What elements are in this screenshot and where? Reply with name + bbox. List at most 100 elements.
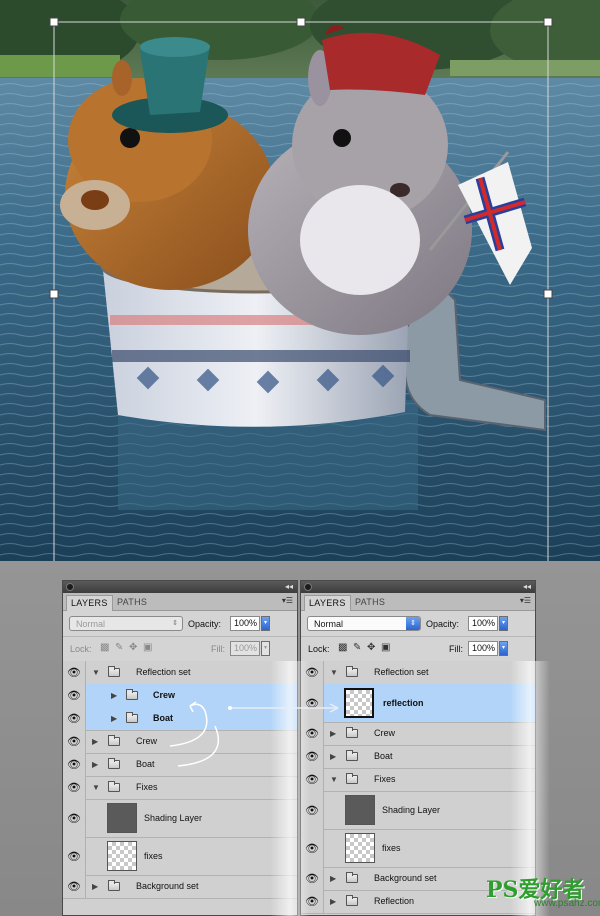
visibility-eye-icon[interactable]: 👁 <box>301 722 324 745</box>
folder-icon <box>108 781 120 792</box>
visibility-eye-icon[interactable]: 👁 <box>63 707 86 730</box>
opacity-slider-button[interactable]: ▾ <box>499 616 508 631</box>
layer-row-fixes-layer[interactable]: 👁 fixes <box>301 829 535 868</box>
disclosure-right-icon[interactable]: ▶ <box>330 729 336 738</box>
layer-row-reflection-set[interactable]: 👁 ▼ Reflection set <box>301 661 535 685</box>
document-canvas[interactable] <box>0 0 600 561</box>
layer-row-boat[interactable]: 👁 ▶ Boat <box>301 745 535 769</box>
visibility-eye-icon[interactable]: 👁 <box>301 745 324 768</box>
layer-row-background-set[interactable]: 👁 ▶ Background set <box>63 875 297 899</box>
visibility-eye-icon[interactable]: 👁 <box>63 875 86 898</box>
tab-layers[interactable]: LAYERS <box>304 595 351 611</box>
collapse-icon[interactable]: ◂◂ <box>285 581 293 593</box>
panel-titlebar[interactable]: ◂◂ <box>63 581 297 593</box>
disclosure-right-icon[interactable]: ▶ <box>92 760 98 769</box>
layer-row-shading-layer[interactable]: 👁 Shading Layer <box>63 799 297 838</box>
fill-input[interactable]: 100% <box>230 641 260 656</box>
folder-icon <box>346 750 358 761</box>
visibility-eye-icon[interactable]: 👁 <box>301 661 324 684</box>
folder-icon <box>126 689 138 700</box>
layer-name: Boat <box>136 759 155 769</box>
lock-transparent-icon[interactable]: ▩ <box>338 643 347 653</box>
layer-row-reflection-set[interactable]: 👁 ▼ Reflection set <box>63 661 297 685</box>
lock-paint-icon[interactable]: ✎ <box>353 643 361 653</box>
collapse-icon[interactable]: ◂◂ <box>523 581 531 593</box>
fill-slider-button[interactable]: ▾ <box>261 641 270 656</box>
lock-move-icon[interactable]: ✥ <box>367 643 375 653</box>
layer-row-crew[interactable]: 👁 ▶ Crew <box>301 722 535 746</box>
disclosure-right-icon[interactable]: ▶ <box>92 882 98 891</box>
lock-paint-icon[interactable]: ✎ <box>115 643 123 653</box>
layer-name: Fixes <box>136 782 158 792</box>
visibility-eye-icon[interactable]: 👁 <box>301 684 324 722</box>
visibility-eye-icon[interactable]: 👁 <box>301 890 324 913</box>
layer-row-crew[interactable]: 👁 ▶ Crew <box>63 730 297 754</box>
visibility-eye-icon[interactable]: 👁 <box>63 684 86 707</box>
visibility-eye-icon[interactable]: 👁 <box>63 730 86 753</box>
disclosure-right-icon[interactable]: ▶ <box>330 897 336 906</box>
folder-icon <box>346 872 358 883</box>
layer-row-fixes[interactable]: 👁 ▼ Fixes <box>301 768 535 792</box>
disclosure-down-icon[interactable]: ▼ <box>330 668 338 677</box>
layer-row-reflection-selected[interactable]: 👁 reflection <box>301 684 535 723</box>
visibility-eye-icon[interactable]: 👁 <box>63 753 86 776</box>
visibility-eye-icon[interactable]: 👁 <box>301 768 324 791</box>
opacity-input[interactable]: 100% <box>468 616 498 631</box>
layer-row-boat-selected[interactable]: 👁 ▶ Boat <box>63 707 297 731</box>
visibility-eye-icon[interactable]: 👁 <box>63 837 86 875</box>
disclosure-right-icon[interactable]: ▶ <box>111 714 117 723</box>
visibility-eye-icon[interactable]: 👁 <box>63 799 86 837</box>
opacity-label: Opacity: <box>188 619 222 629</box>
visibility-eye-icon[interactable]: 👁 <box>301 867 324 890</box>
visibility-eye-icon[interactable]: 👁 <box>63 776 86 799</box>
opacity-input[interactable]: 100% <box>230 616 260 631</box>
layer-name: Fixes <box>374 774 396 784</box>
layer-row-fixes-layer[interactable]: 👁 fixes <box>63 837 297 876</box>
layer-thumbnail <box>344 688 374 718</box>
blend-mode-select[interactable]: Normal ⇕ <box>69 616 183 631</box>
layer-thumbnail <box>345 795 375 825</box>
layer-name: fixes <box>382 843 401 853</box>
disclosure-down-icon[interactable]: ▼ <box>92 668 100 677</box>
layer-row-shading-layer[interactable]: 👁 Shading Layer <box>301 791 535 830</box>
panel-menu-icon[interactable]: ▾☰ <box>282 596 293 605</box>
layer-thumbnail <box>107 841 137 871</box>
tab-paths[interactable]: PATHS <box>351 595 389 610</box>
fill-input[interactable]: 100% <box>468 641 498 656</box>
panel-titlebar[interactable]: ◂◂ <box>301 581 535 593</box>
lock-label: Lock: <box>70 644 92 654</box>
layer-row-fixes[interactable]: 👁 ▼ Fixes <box>63 776 297 800</box>
close-icon[interactable] <box>66 583 74 591</box>
panel-menu-icon[interactable]: ▾☰ <box>520 596 531 605</box>
blend-mode-select[interactable]: Normal ⇕ <box>307 616 421 631</box>
tab-paths[interactable]: PATHS <box>113 595 151 610</box>
close-icon[interactable] <box>304 583 312 591</box>
disclosure-right-icon[interactable]: ▶ <box>330 752 336 761</box>
disclosure-down-icon[interactable]: ▼ <box>92 783 100 792</box>
layer-row-crew-selected[interactable]: 👁 ▶ Crew <box>63 684 297 708</box>
disclosure-right-icon[interactable]: ▶ <box>92 737 98 746</box>
artwork-image <box>0 0 600 561</box>
disclosure-right-icon[interactable]: ▶ <box>111 691 117 700</box>
layer-name: Reflection <box>374 896 415 906</box>
visibility-eye-icon[interactable]: 👁 <box>301 791 324 829</box>
tab-layers[interactable]: LAYERS <box>66 595 113 611</box>
layer-name: Shading Layer <box>144 813 203 823</box>
disclosure-down-icon[interactable]: ▼ <box>330 775 338 784</box>
watermark-url: www.psahz.com <box>534 898 600 909</box>
lock-all-icon[interactable]: ▣ <box>381 643 390 653</box>
visibility-eye-icon[interactable]: 👁 <box>63 661 86 684</box>
disclosure-right-icon[interactable]: ▶ <box>330 874 336 883</box>
layer-name: Crew <box>153 690 176 700</box>
visibility-eye-icon[interactable]: 👁 <box>301 829 324 867</box>
layer-thumbnail <box>345 833 375 863</box>
folder-icon <box>108 758 120 769</box>
watermark-logo: PS爱好者 www.psahz.com <box>486 872 600 912</box>
lock-all-icon[interactable]: ▣ <box>143 643 152 653</box>
layer-row-boat[interactable]: 👁 ▶ Boat <box>63 753 297 777</box>
lock-move-icon[interactable]: ✥ <box>129 643 137 653</box>
fill-slider-button[interactable]: ▾ <box>499 641 508 656</box>
opacity-slider-button[interactable]: ▾ <box>261 616 270 631</box>
folder-icon <box>346 727 358 738</box>
lock-transparent-icon[interactable]: ▩ <box>100 643 109 653</box>
